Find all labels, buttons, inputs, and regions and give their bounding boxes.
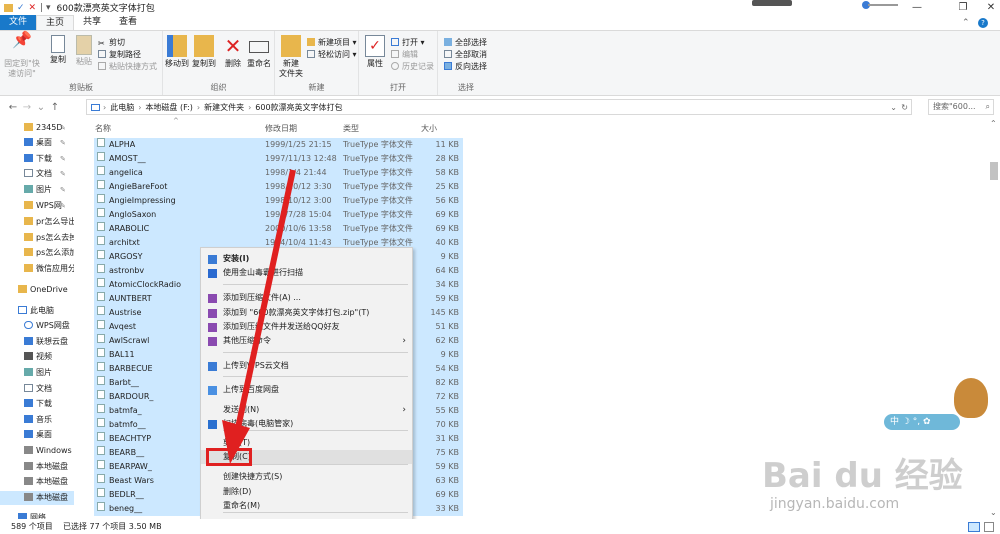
mascot-icon	[954, 378, 988, 418]
item-count: 589 个项目	[11, 522, 53, 531]
annotation-highlight-box	[206, 448, 252, 466]
watermark-url: jingyan.baidu.com	[770, 496, 900, 512]
baidu-watermark: Bai du 经验 jingyan.baidu.com	[752, 440, 992, 520]
annotation-arrow-line	[232, 169, 296, 443]
watermark-logo: Bai du 经验	[762, 456, 963, 496]
status-bar: 589 个项目 已选择 77 个项目 3.50 MB	[0, 519, 1000, 534]
large-icons-view-icon[interactable]	[984, 522, 994, 532]
selection-info: 已选择 77 个项目 3.50 MB	[63, 522, 162, 531]
details-view-icon[interactable]	[968, 522, 980, 532]
floating-widget[interactable]: 中 ☽ °, ✿	[884, 414, 960, 430]
